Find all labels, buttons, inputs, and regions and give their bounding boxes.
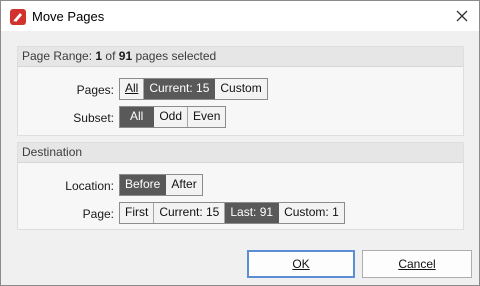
subset-option-even-label: Even <box>193 109 221 123</box>
page-option-custom-label: Custom: 1 <box>284 205 339 219</box>
location-option-before-label: Before <box>125 177 161 191</box>
destination-group: Destination Location: Before After Page:… <box>17 142 464 230</box>
page-option-current-label: Current: 15 <box>159 205 220 219</box>
pages-option-current[interactable]: Current: 15 <box>144 79 216 99</box>
page-option-last-label: Last: 91 <box>230 205 274 219</box>
subset-option-all[interactable]: All <box>120 107 155 127</box>
subset-option-odd[interactable]: Odd <box>154 107 189 127</box>
subset-label: Subset: <box>73 111 114 125</box>
ok-button-label: OK <box>292 257 310 271</box>
destination-header: Destination <box>18 143 463 163</box>
page-range-header: Page Range: 1 of 91 pages selected <box>18 47 463 67</box>
location-option-after[interactable]: After <box>166 175 202 195</box>
close-button[interactable] <box>451 5 473 27</box>
page-option-first-label: First <box>125 205 149 219</box>
pages-option-custom-label: Custom <box>220 81 262 95</box>
cancel-button-label: Cancel <box>398 257 436 271</box>
app-logo-icon <box>10 9 26 25</box>
page-label: Page: <box>82 207 114 221</box>
page-range-of: of <box>102 49 119 63</box>
page-option-current[interactable]: Current: 15 <box>154 203 226 223</box>
pages-option-all[interactable]: All <box>120 79 145 99</box>
location-option-after-label: After <box>171 177 197 191</box>
page-option-custom[interactable]: Custom: 1 <box>279 203 344 223</box>
move-pages-dialog: Move Pages Page Range: 1 of 91 pages sel… <box>0 0 480 286</box>
subset-option-all-label: All <box>130 109 144 123</box>
close-icon <box>456 10 468 22</box>
title-bar: Move Pages <box>1 1 479 31</box>
window-title: Move Pages <box>32 9 105 24</box>
subset-option-even[interactable]: Even <box>188 107 226 127</box>
page-segmented-control: First Current: 15 Last: 91 Custom: 1 <box>119 202 345 224</box>
page-range-total: 91 <box>118 49 133 63</box>
pages-option-custom[interactable]: Custom <box>215 79 267 99</box>
pages-option-all-label: All <box>125 81 139 95</box>
ok-button[interactable]: OK <box>247 250 355 278</box>
location-segmented-control: Before After <box>119 174 203 196</box>
pages-label: Pages: <box>76 83 114 97</box>
subset-segmented-control: All Odd Even <box>119 106 227 128</box>
subset-option-odd-label: Odd <box>159 109 183 123</box>
location-label: Location: <box>65 179 114 193</box>
pages-option-current-label: Current: 15 <box>149 81 210 95</box>
location-option-before[interactable]: Before <box>120 175 167 195</box>
pages-segmented-control: All Current: 15 Custom <box>119 78 268 100</box>
page-option-last[interactable]: Last: 91 <box>225 203 280 223</box>
page-range-group: Page Range: 1 of 91 pages selected Pages… <box>17 46 464 136</box>
page-range-prefix: Page Range: <box>22 49 96 63</box>
page-option-first[interactable]: First <box>120 203 155 223</box>
page-range-suffix: pages selected <box>132 49 217 63</box>
cancel-button[interactable]: Cancel <box>362 250 472 278</box>
